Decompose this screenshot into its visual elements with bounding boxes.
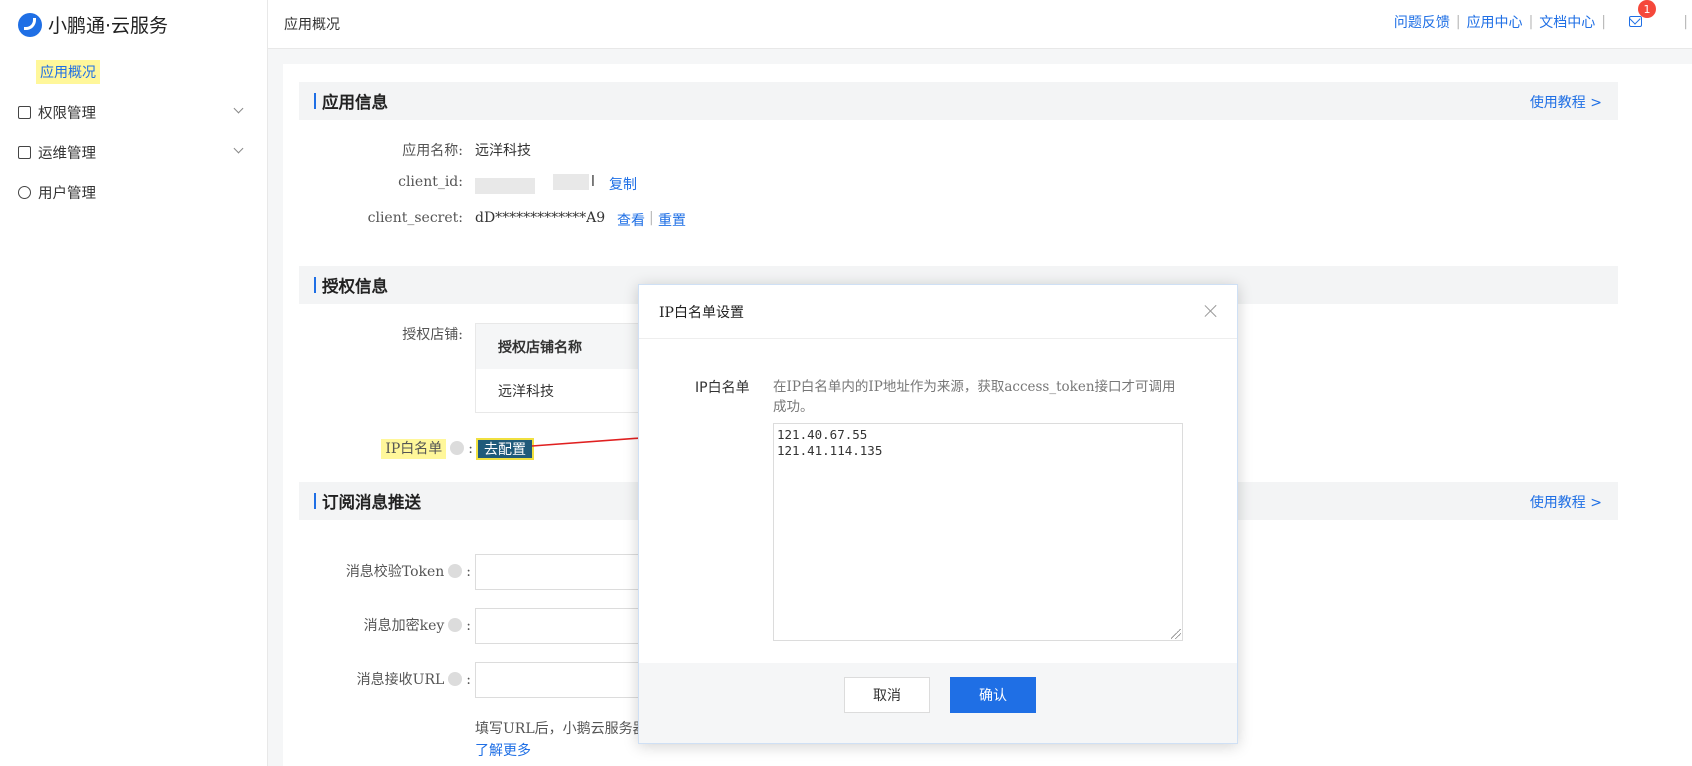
encrypt-key-label: 消息加密key: — [363, 618, 471, 634]
ip-whitelist-field-label: IP白名单 — [695, 380, 750, 396]
logo-text: 小鹏通·云服务 — [48, 15, 169, 37]
client-secret-label: client_secret: — [367, 210, 463, 226]
table-header: 授权店铺名称 — [476, 324, 654, 369]
client-id-masked — [475, 178, 535, 194]
copy-button[interactable]: 复制 — [609, 174, 637, 194]
sidebar: 小鹏通·云服务 应用概况 权限管理 运维管理 用户管理 — [0, 0, 268, 766]
app-name-label: 应用名称: — [402, 143, 463, 159]
url-tip-text: 填写URL后，小鹅云服务器 — [475, 721, 647, 737]
ip-whitelist-dialog: IP白名单设置 IP白名单 在IP白名单内的IP地址作为来源，获取access_… — [638, 284, 1238, 744]
section-title: 应用信息 — [322, 93, 388, 112]
receive-url-label: 消息接收URL: — [356, 672, 471, 688]
table-row: 远洋科技 — [498, 384, 554, 400]
client-id-label: client_id: — [398, 174, 463, 190]
sidebar-item-label: 权限管理 — [38, 105, 96, 122]
authorized-store-label: 授权店铺: — [402, 327, 463, 343]
authorized-store-table: 授权店铺名称 远洋科技 — [475, 323, 655, 413]
help-icon[interactable] — [448, 672, 463, 686]
confirm-button[interactable]: 确认 — [950, 677, 1036, 713]
breadcrumb: 应用概况 — [284, 17, 340, 33]
token-input[interactable] — [475, 554, 640, 590]
top-header: 应用概况 问题反馈 | 应用中心 | 文档中心 | 1 | — [268, 0, 1692, 49]
learn-more-link[interactable]: 了解更多 — [475, 740, 531, 760]
help-icon[interactable] — [448, 564, 463, 578]
client-secret-value: dD*************A9 — [475, 210, 606, 226]
app-name-value: 远洋科技 — [475, 143, 531, 159]
sidebar-item-permissions[interactable]: 权限管理 — [18, 100, 250, 124]
sidebar-item-users[interactable]: 用户管理 — [18, 180, 250, 204]
header-links: 问题反馈 | 应用中心 | 文档中心 | — [1393, 12, 1606, 32]
dialog-footer: 取消 确认 — [639, 663, 1237, 743]
logo[interactable]: 小鹏通·云服务 — [0, 0, 267, 49]
section-app-info-header: 应用信息 使用教程 > — [299, 82, 1618, 120]
ip-whitelist-label-text: IP白名单 — [381, 439, 447, 459]
help-icon[interactable] — [448, 618, 463, 632]
section-title: 订阅消息推送 — [322, 493, 421, 512]
sidebar-item-label: 用户管理 — [38, 185, 96, 202]
ip-whitelist-description: 在IP白名单内的IP地址作为来源，获取access_token接口才可调用成功。 — [773, 379, 1176, 415]
mail-icon[interactable] — [1629, 16, 1642, 27]
configure-ip-button[interactable]: 去配置 — [476, 438, 534, 460]
logo-icon — [18, 12, 42, 37]
sidebar-item-label: 运维管理 — [38, 145, 96, 162]
encrypt-key-input[interactable] — [475, 608, 640, 644]
reset-secret-button[interactable]: 重置 — [658, 210, 686, 230]
clipboard-icon — [18, 105, 31, 119]
token-label: 消息校验Token: — [345, 564, 471, 580]
sidebar-item-app-overview[interactable]: 应用概况 — [36, 60, 100, 84]
chevron-down-icon — [233, 103, 244, 114]
sidebar-item-operations[interactable]: 运维管理 — [18, 140, 250, 164]
cancel-button[interactable]: 取消 — [844, 677, 930, 713]
close-icon[interactable] — [1203, 303, 1219, 319]
chevron-down-icon — [233, 143, 244, 154]
user-icon — [18, 185, 31, 199]
notification-badge: 1 — [1638, 0, 1656, 18]
app-center-link[interactable]: 应用中心 — [1467, 12, 1523, 32]
feedback-link[interactable]: 问题反馈 — [1394, 12, 1450, 32]
help-icon[interactable] — [450, 441, 465, 455]
ip-whitelist-textarea[interactable]: 121.40.67.55 121.41.114.135 — [773, 423, 1183, 641]
ip-whitelist-label: IP白名单: — [343, 438, 473, 459]
tutorial-link[interactable]: 使用教程 > — [1530, 492, 1602, 512]
server-icon — [18, 145, 31, 159]
section-title: 授权信息 — [322, 277, 388, 296]
separator: | — [649, 210, 654, 226]
view-secret-button[interactable]: 查看 — [617, 210, 645, 230]
dialog-title: IP白名单设置 — [639, 285, 1237, 339]
receive-url-input[interactable] — [475, 662, 640, 698]
docs-center-link[interactable]: 文档中心 — [1539, 12, 1595, 32]
tutorial-link[interactable]: 使用教程 > — [1530, 92, 1602, 112]
client-id-tail: l — [591, 174, 595, 190]
